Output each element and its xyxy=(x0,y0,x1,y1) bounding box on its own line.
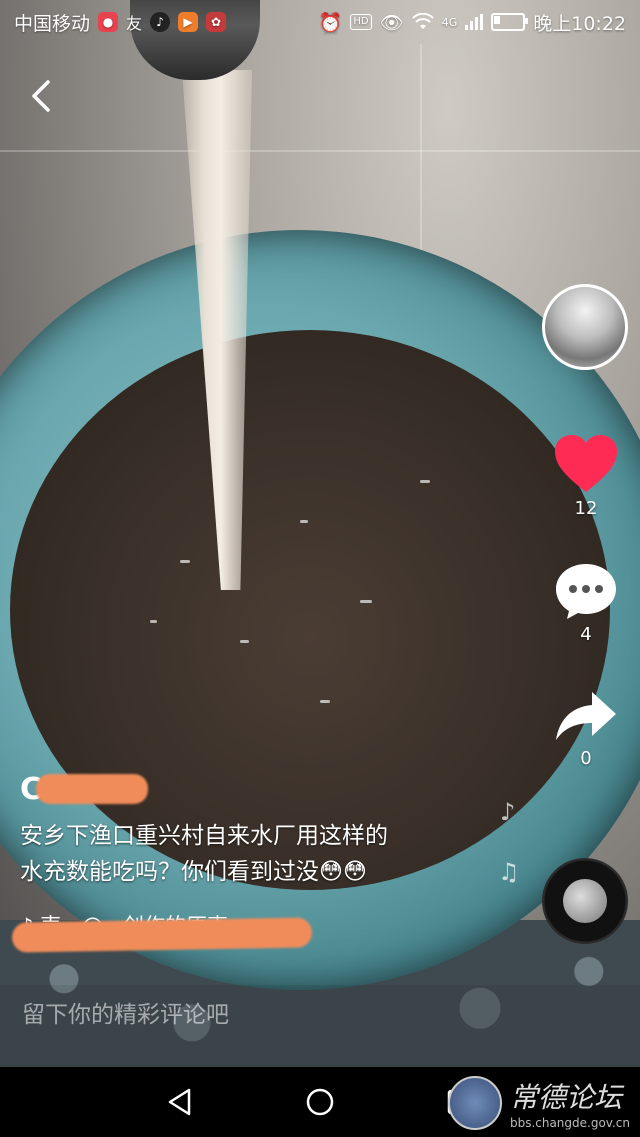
comment-bar[interactable] xyxy=(0,985,640,1067)
tile-grout xyxy=(0,150,640,152)
redaction-mark xyxy=(36,774,148,804)
share-button[interactable]: 0 xyxy=(546,688,626,769)
heart-icon xyxy=(555,435,617,492)
like-count: 12 xyxy=(574,498,598,519)
watermark-title: 常德论坛 xyxy=(509,1081,622,1114)
nav-home-icon[interactable] xyxy=(305,1087,335,1117)
notification-app-icon: ● xyxy=(98,12,119,32)
water-sparkle xyxy=(320,700,330,703)
music-notes-icon: ♫ xyxy=(498,858,520,886)
nav-back-icon[interactable] xyxy=(165,1087,195,1117)
disc-cover xyxy=(563,879,607,923)
water-sparkle xyxy=(420,480,430,483)
comment-bubble-icon xyxy=(556,564,616,619)
hd-badge: HD xyxy=(350,14,372,30)
signal-icon xyxy=(465,14,484,30)
tiktok-icon: ♪ xyxy=(150,12,171,32)
notification-app-icon: 友 xyxy=(126,14,143,33)
share-count: 0 xyxy=(580,748,592,769)
carrier-label: 中国移动 xyxy=(14,12,91,35)
alarm-icon: ⏰ xyxy=(318,11,343,34)
status-right: ⏰ HD 👁 4G 晚上10:22 xyxy=(319,9,626,36)
forum-watermark: 常德论坛 bbs.changde.gov.cn xyxy=(447,1076,630,1130)
water-sparkle xyxy=(300,520,308,523)
author-avatar[interactable] xyxy=(542,284,628,370)
status-left: 中国移动 ● 友 ♪ ▶ ✿ xyxy=(14,9,227,36)
water-sparkle xyxy=(180,560,190,563)
clock: 晚上10:22 xyxy=(533,12,626,35)
music-disc[interactable] xyxy=(542,858,628,944)
water-sparkle xyxy=(360,600,372,603)
wifi-icon xyxy=(411,13,434,29)
comment-input[interactable] xyxy=(20,1001,624,1029)
forum-logo-icon xyxy=(447,1076,502,1130)
caption-line: 水充数能吃吗？你们看到过没😳😳 xyxy=(20,859,367,885)
caption-line: 安乡下渔口重兴村自来水厂用这样的 xyxy=(20,823,388,849)
like-button[interactable]: 12 xyxy=(546,434,626,519)
muddy-water xyxy=(10,330,610,890)
share-arrow-icon xyxy=(556,692,616,740)
music-note-icon: ♪ xyxy=(500,798,516,826)
water-sparkle xyxy=(240,640,249,643)
status-bar: 中国移动 ● 友 ♪ ▶ ✿ ⏰ HD 👁 4G 晚上10:22 xyxy=(0,0,640,44)
video-app-icon: ▶ xyxy=(178,12,199,32)
redaction-mark xyxy=(11,917,313,953)
watermark-url: bbs.changde.gov.cn xyxy=(509,1116,630,1130)
comment-button[interactable]: 4 xyxy=(546,562,626,645)
video-caption: 安乡下渔口重兴村自来水厂用这样的 水充数能吃吗？你们看到过没😳😳 xyxy=(20,818,500,890)
network-type: 4G xyxy=(441,15,458,29)
comment-count: 4 xyxy=(580,624,592,645)
battery-icon xyxy=(491,13,529,31)
huawei-app-icon: ✿ xyxy=(206,12,227,32)
eye-comfort-icon: 👁 xyxy=(379,11,404,34)
water-sparkle xyxy=(150,620,157,623)
back-chevron-icon[interactable] xyxy=(26,78,62,114)
